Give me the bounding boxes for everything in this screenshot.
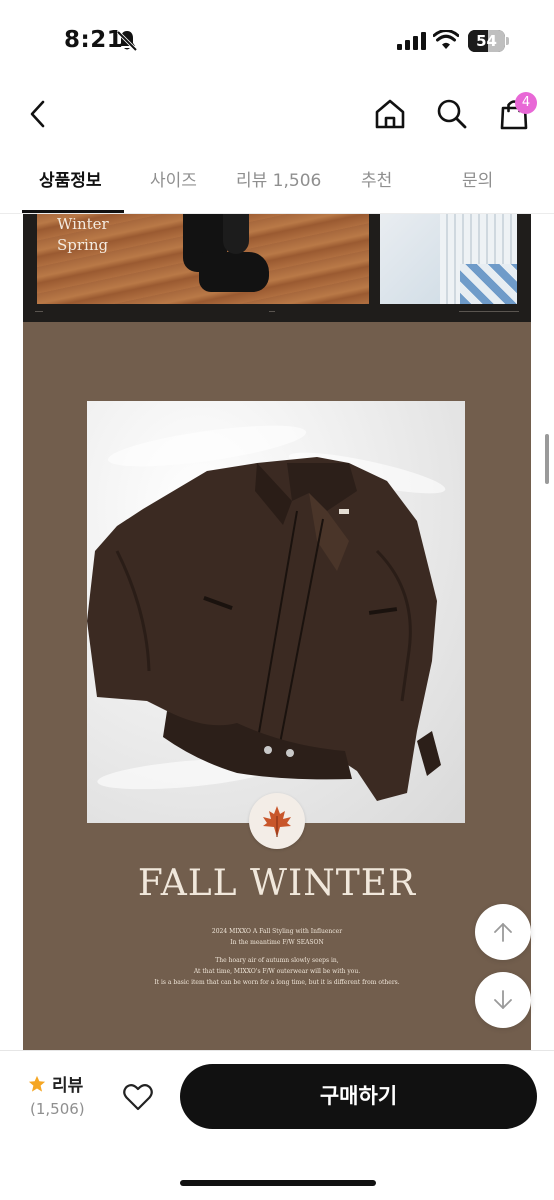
fall-line-3: The hoary air of autumn slowly seeps in, (215, 957, 339, 964)
review-label: 리뷰 (52, 1076, 84, 1096)
home-button[interactable] (370, 94, 410, 134)
season-text: Winter Spring (57, 214, 109, 256)
scroll-to-top-button[interactable] (475, 904, 531, 960)
search-button[interactable] (432, 94, 472, 134)
fall-winter-page: FALL WINTER 2024 MIXXO A Fall Styling wi… (23, 322, 531, 1050)
wishlist-button[interactable] (118, 1077, 158, 1117)
fall-line-4: At that time, MIXXO's F/W outerwear will… (193, 968, 361, 975)
cart-count-badge: 4 (515, 92, 537, 114)
top-header (0, 80, 554, 150)
review-count: (1,506) (30, 1100, 85, 1118)
tab-recommend[interactable]: 추천 (361, 160, 392, 214)
cellular-signal-icon (397, 32, 426, 50)
jacket-photo (87, 401, 465, 823)
product-tabs: 상품정보 사이즈 리뷰 1,506 추천 문의 (0, 160, 554, 214)
chevron-left-icon (30, 100, 45, 128)
home-indicator (180, 1180, 376, 1186)
bell-slash-icon (117, 30, 137, 52)
battery-percent: 54 (476, 32, 497, 50)
maple-leaf-badge (249, 793, 305, 849)
battery-icon: 54 (468, 30, 509, 52)
leather-jacket-illustration (87, 457, 441, 801)
arrow-up-icon (494, 923, 512, 942)
tab-product-info[interactable]: 상품정보 (39, 160, 102, 214)
home-icon (375, 99, 405, 129)
season-text-spring: Spring (57, 236, 109, 254)
maple-leaf-icon (263, 806, 291, 837)
status-time: 8:21 (64, 27, 124, 53)
status-bar: 8:21 54 (0, 0, 554, 80)
arrow-down-icon (494, 990, 512, 1009)
scroll-to-bottom-button[interactable] (475, 972, 531, 1028)
tab-reviews[interactable]: 리뷰 1,506 (236, 160, 321, 214)
purchase-bar: 리뷰 (1,506) 구매하기 (0, 1050, 554, 1200)
product-detail-content[interactable]: Winter Spring FALL WINTER 2024 MIXXO A F… (0, 214, 554, 1050)
fall-winter-title: FALL WINTER (137, 863, 417, 904)
fall-winter-description: 2024 MIXXO A Fall Styling with Influence… (23, 926, 531, 988)
heart-outline-icon (123, 1084, 153, 1111)
scrollbar-thumb[interactable] (545, 434, 549, 484)
fall-line-2: In the meantime F/W SEASON (230, 939, 324, 946)
lookbook-photo-top: Winter Spring (23, 214, 531, 322)
active-tab-indicator (22, 210, 124, 213)
fall-line-1: 2024 MIXXO A Fall Styling with Influence… (211, 928, 343, 935)
fall-line-5: It is a basic item that can be worn for … (154, 979, 400, 986)
tab-size[interactable]: 사이즈 (150, 160, 197, 214)
tab-inquiry[interactable]: 문의 (462, 160, 493, 214)
buy-button[interactable]: 구매하기 (180, 1064, 537, 1129)
wifi-icon (433, 30, 459, 49)
star-icon (28, 1075, 46, 1092)
review-summary-button[interactable]: 리뷰 (1,506) (28, 1071, 108, 1121)
back-button[interactable] (18, 94, 58, 134)
search-icon (437, 99, 467, 129)
season-text-winter: Winter (57, 215, 109, 233)
